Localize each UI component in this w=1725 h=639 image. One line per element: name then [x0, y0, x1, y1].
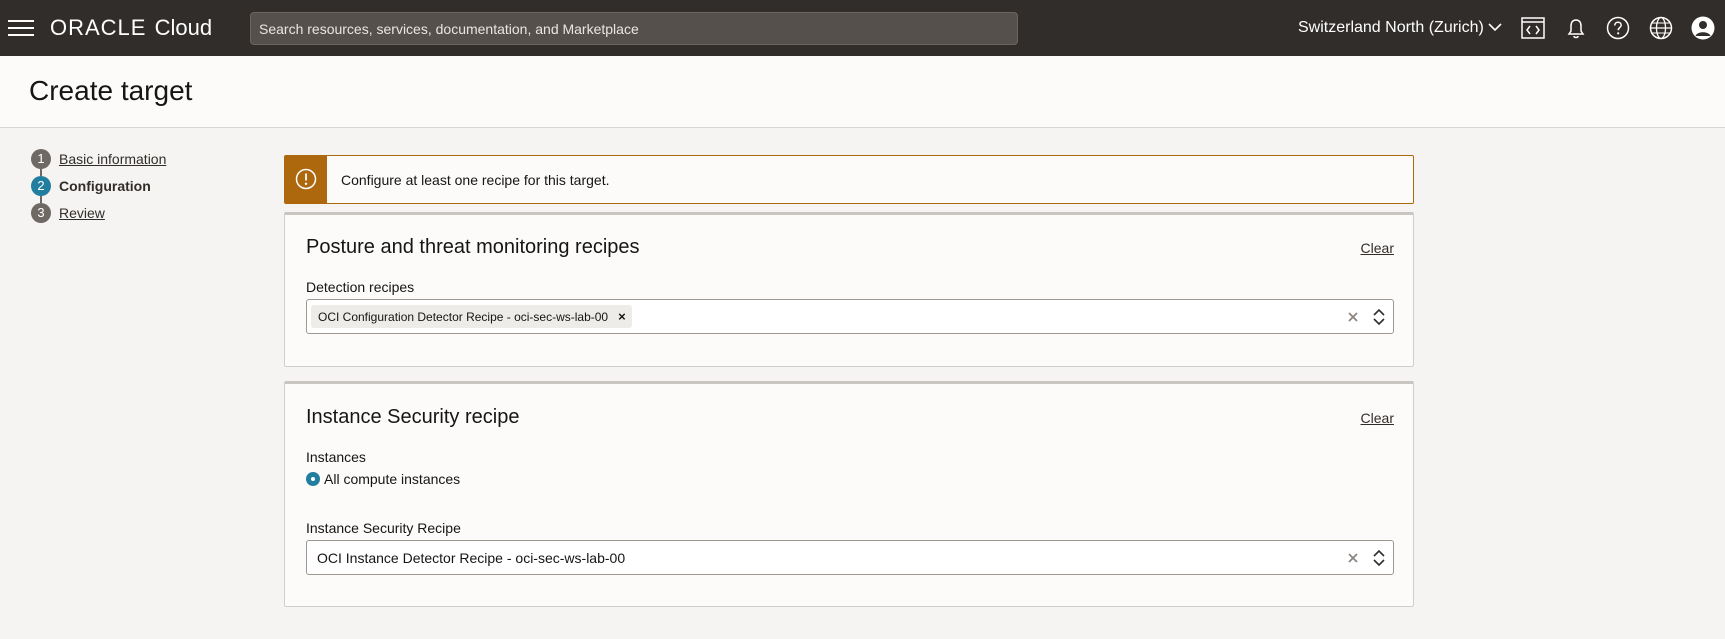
step-label[interactable]: Review: [59, 204, 105, 222]
clear-detection-recipes-link[interactable]: Clear: [1361, 239, 1394, 257]
panel-title: Posture and threat monitoring recipes: [306, 236, 640, 258]
logo-brand: ORACLE: [50, 15, 147, 40]
alert-stripe: [285, 156, 327, 203]
help-icon[interactable]: [1605, 15, 1631, 41]
panel-title: Instance Security recipe: [306, 406, 520, 428]
posture-monitoring-panel: Posture and threat monitoring recipes Cl…: [284, 212, 1414, 367]
clear-instance-recipe-link[interactable]: Clear: [1361, 409, 1394, 427]
detection-recipes-select[interactable]: OCI Configuration Detector Recipe - oci-…: [306, 299, 1394, 334]
recipe-chip: OCI Configuration Detector Recipe - oci-…: [311, 305, 632, 328]
user-avatar-icon[interactable]: [1690, 15, 1716, 41]
alert-message: Configure at least one recipe for this t…: [341, 172, 610, 188]
instance-security-panel: Instance Security recipe Clear Instances…: [284, 381, 1414, 607]
step-connector: [40, 196, 42, 203]
detection-recipes-label: Detection recipes: [306, 279, 415, 295]
region-label: Switzerland North (Zurich): [1298, 19, 1484, 36]
oracle-cloud-logo[interactable]: ORACLE Cloud: [50, 16, 212, 40]
clear-selection-icon[interactable]: [1343, 307, 1363, 327]
chip-label: OCI Configuration Detector Recipe - oci-…: [318, 310, 609, 324]
step-label: Configuration: [59, 178, 151, 194]
globe-icon[interactable]: [1648, 15, 1674, 41]
select-value: OCI Instance Detector Recipe - oci-sec-w…: [317, 550, 626, 566]
page-header: Create target: [0, 56, 1725, 128]
step-number: 2: [31, 176, 51, 196]
top-navigation-bar: ORACLE Cloud Switzerland North (Zurich): [0, 0, 1725, 56]
expand-collapse-icon[interactable]: [1371, 307, 1387, 327]
warning-alert: Configure at least one recipe for this t…: [284, 155, 1414, 204]
bell-icon[interactable]: [1563, 15, 1589, 41]
global-search-input[interactable]: [250, 12, 1018, 45]
page-title: Create target: [29, 75, 193, 106]
hamburger-icon[interactable]: [8, 18, 34, 38]
step-number: 3: [31, 203, 51, 223]
code-editor-icon[interactable]: [1520, 15, 1546, 41]
instances-label: Instances: [306, 449, 366, 465]
step-label[interactable]: Basic information: [59, 150, 166, 168]
chip-remove-icon[interactable]: ×: [618, 309, 626, 324]
step-connector: [40, 169, 42, 176]
instance-security-recipe-label: Instance Security Recipe: [306, 520, 461, 536]
expand-collapse-icon[interactable]: [1371, 548, 1387, 568]
warning-icon: [295, 168, 317, 190]
region-selector[interactable]: Switzerland North (Zurich): [1298, 18, 1502, 38]
step-number: 1: [31, 149, 51, 169]
chevron-down-icon: [1488, 23, 1502, 32]
all-compute-instances-radio[interactable]: All compute instances: [306, 470, 460, 488]
logo-product: Cloud: [154, 15, 213, 40]
radio-label: All compute instances: [324, 471, 461, 487]
clear-selection-icon[interactable]: [1343, 548, 1363, 568]
instance-security-recipe-select[interactable]: OCI Instance Detector Recipe - oci-sec-w…: [306, 540, 1394, 575]
radio-selected-icon[interactable]: [306, 472, 320, 486]
